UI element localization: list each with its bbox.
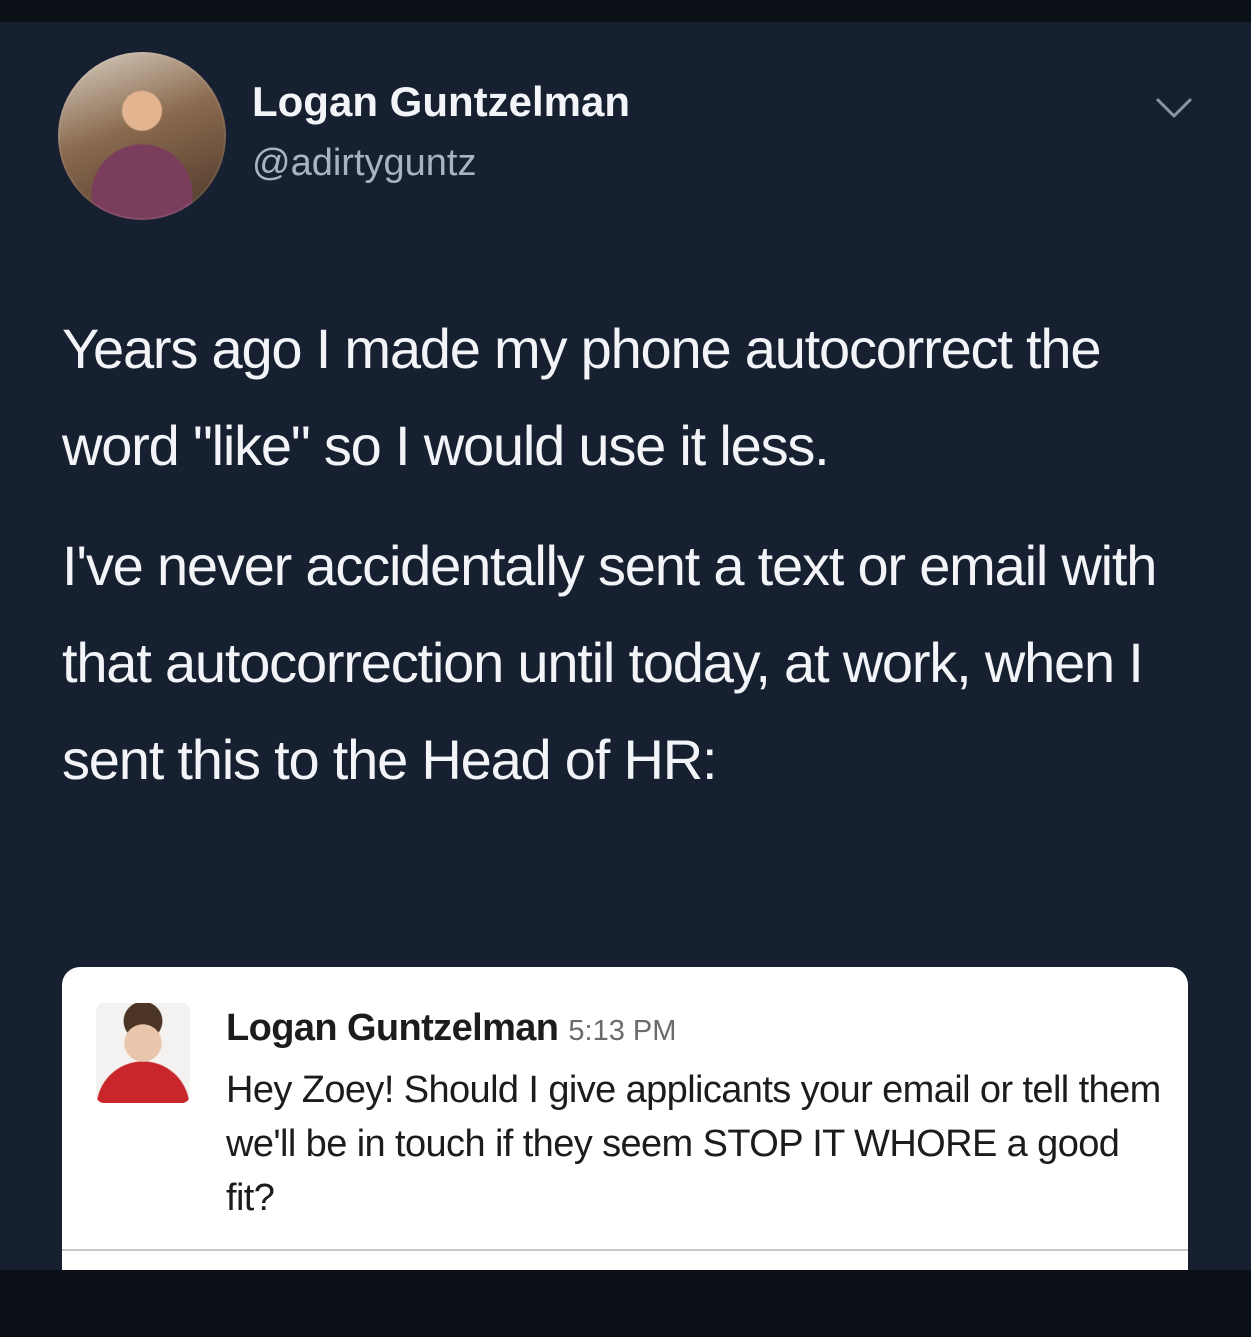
bottom-border xyxy=(0,1270,1251,1337)
card-divider xyxy=(62,1249,1188,1251)
sender-name: Logan Guntzelman xyxy=(226,1007,559,1049)
author-handle[interactable]: @adirtyguntz xyxy=(252,142,476,185)
message-timestamp: 5:13 PM xyxy=(568,1015,677,1047)
author-display-name[interactable]: Logan Guntzelman xyxy=(252,78,630,126)
chevron-down-icon[interactable] xyxy=(1152,92,1196,122)
tweet-paragraph: Years ago I made my phone autocorrect th… xyxy=(62,317,1101,477)
sender-avatar xyxy=(96,1003,190,1103)
tweet-body: Years ago I made my phone autocorrect th… xyxy=(62,300,1212,831)
tweet-paragraph: I've never accidentally sent a text or e… xyxy=(62,534,1157,791)
top-border xyxy=(0,0,1251,22)
embedded-message-screenshot: Logan Guntzelman 5:13 PM Hey Zoey! Should… xyxy=(62,967,1188,1297)
avatar-ring xyxy=(58,52,226,220)
message-text: Hey Zoey! Should I give applicants your … xyxy=(226,1069,1161,1219)
message-header: Logan Guntzelman 5:13 PM xyxy=(226,1007,676,1050)
